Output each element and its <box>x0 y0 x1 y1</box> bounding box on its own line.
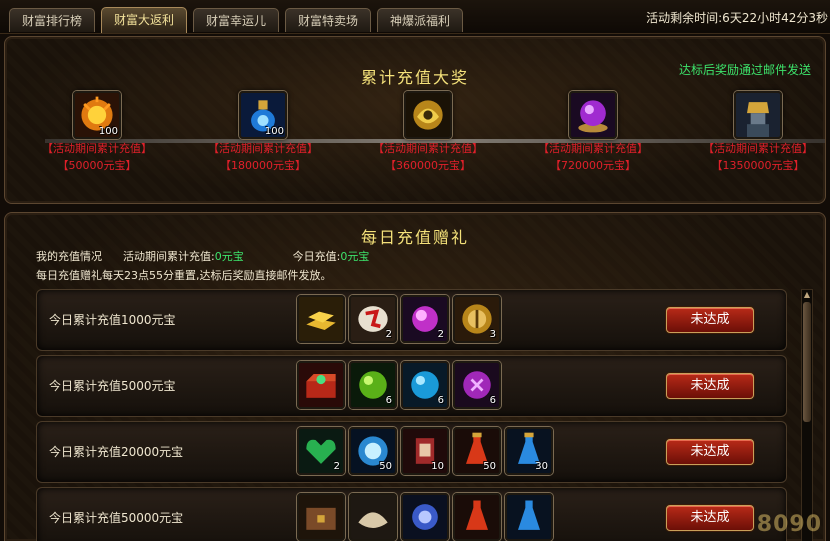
reward-row: 今日累计充值1000元宝 2 2 3 未达成 <box>36 289 787 351</box>
blue-gem-icon[interactable] <box>401 493 449 541</box>
blue-orb-icon[interactable]: 6 <box>401 361 449 409</box>
event-timer: 活动剩余时间:6天22小时42分3秒 <box>646 11 828 25</box>
milestone-amount: 【360000元宝】 <box>385 159 471 172</box>
tab-god-welfare[interactable]: 神爆派福利 <box>377 8 463 32</box>
milestone-condition: 【活动期间累计充值】 <box>373 142 483 155</box>
tab-wealth-sale[interactable]: 财富特卖场 <box>285 8 371 32</box>
item-quantity: 100 <box>98 126 118 137</box>
milestone-5: 【活动期间累计充值】 【1350000元宝】 <box>673 91 830 173</box>
today-value: 0元宝 <box>340 250 370 263</box>
milestone-condition: 【活动期间累计充值】 <box>703 142 813 155</box>
blue-energy-orb-icon[interactable]: 50 <box>349 427 397 475</box>
gold-dragon-icon[interactable] <box>404 91 452 139</box>
item-quantity: 2 <box>385 329 392 340</box>
item-quantity: 6 <box>385 395 392 406</box>
recharge-status: 我的充值情况 活动期间累计充值:0元宝 今日充值:0元宝 <box>36 248 369 264</box>
green-gift-icon[interactable]: 2 <box>297 427 345 475</box>
blue-potion-bottle-icon[interactable] <box>505 493 553 541</box>
milestone-2: 100 【活动期间累计充值】 【180000元宝】 <box>178 91 348 173</box>
reward-row: 今日累计充值5000元宝 6 6 6 未达成 <box>36 355 787 417</box>
reward-row: 今日累计充值20000元宝 2 50 10 50 30 未达成 <box>36 421 787 483</box>
milestone-condition: 【活动期间累计充值】 <box>538 142 648 155</box>
golden-compass-icon[interactable]: 3 <box>453 295 501 343</box>
red-potion-icon[interactable] <box>453 493 501 541</box>
site-watermark: 8090 <box>756 512 822 537</box>
today-label: 今日充值: <box>292 250 341 263</box>
tab-wealth-rebate[interactable]: 财富大返利 <box>101 7 187 33</box>
scroll-thumb[interactable] <box>803 302 811 422</box>
period-value: 0元宝 <box>214 250 244 263</box>
status-button[interactable]: 未达成 <box>666 373 754 399</box>
status-button[interactable]: 未达成 <box>666 439 754 465</box>
milestone-3: 【活动期间累计充值】 【360000元宝】 <box>343 91 513 173</box>
row-condition: 今日累计充值20000元宝 <box>49 445 184 459</box>
red-potion-icon[interactable]: 50 <box>453 427 501 475</box>
red-rune-stone-icon[interactable]: 2 <box>349 295 397 343</box>
item-quantity: 2 <box>333 461 340 472</box>
milestone-condition: 【活动期间累计充值】 <box>42 142 152 155</box>
tab-bar: 财富排行榜 财富大返利 财富幸运儿 财富特卖场 神爆派福利 活动剩余时间:6天2… <box>0 0 830 34</box>
reward-row: 今日累计充值50000元宝 未达成 <box>36 487 787 541</box>
item-quantity: 50 <box>379 461 392 472</box>
reward-list[interactable]: 今日累计充值1000元宝 2 2 3 未达成 今日累计充值5000元宝 6 6 … <box>36 289 787 541</box>
item-quantity: 6 <box>489 395 496 406</box>
row-condition: 今日累计充值1000元宝 <box>49 313 176 327</box>
milestone-amount: 【1350000元宝】 <box>711 159 805 172</box>
tab-wealth-ranking[interactable]: 财富排行榜 <box>9 8 95 32</box>
brown-chest-icon[interactable] <box>297 493 345 541</box>
list-scrollbar[interactable]: ▲ <box>801 289 813 541</box>
period-label: 活动期间累计充值: <box>122 250 215 263</box>
blue-potion-icon[interactable]: 100 <box>239 91 287 139</box>
gold-bars-icon[interactable] <box>297 295 345 343</box>
milestone-condition: 【活动期间累计充值】 <box>208 142 318 155</box>
milestone-4: 【活动期间累计充值】 【720000元宝】 <box>508 91 678 173</box>
treasure-chest-icon[interactable] <box>297 361 345 409</box>
purple-rune-orb-icon[interactable]: 6 <box>453 361 501 409</box>
daily-notice: 每日充值赠礼每天23点55分重置,达标后奖励直接邮件发放。 <box>36 269 332 282</box>
item-quantity: 100 <box>264 126 284 137</box>
fire-orb-icon[interactable]: 100 <box>73 91 121 139</box>
milestone-amount: 【720000元宝】 <box>550 159 636 172</box>
item-quantity: 2 <box>437 329 444 340</box>
purple-orb-icon[interactable] <box>569 91 617 139</box>
cloth-bundle-icon[interactable] <box>349 493 397 541</box>
item-quantity: 6 <box>437 395 444 406</box>
scroll-up-icon[interactable]: ▲ <box>803 291 811 299</box>
tab-wealth-lucky[interactable]: 财富幸运儿 <box>193 8 279 32</box>
item-quantity: 50 <box>483 461 496 472</box>
item-quantity: 10 <box>431 461 444 472</box>
daily-gift-panel: 每日充值赠礼 我的充值情况 活动期间累计充值:0元宝 今日充值:0元宝 每日充值… <box>4 212 826 541</box>
row-condition: 今日累计充值50000元宝 <box>49 511 184 525</box>
blue-potion-bottle-icon[interactable]: 30 <box>505 427 553 475</box>
golden-warrior-icon[interactable] <box>734 91 782 139</box>
daily-title: 每日充值赠礼 <box>360 228 469 247</box>
red-scroll-icon[interactable]: 10 <box>401 427 449 475</box>
status-button[interactable]: 未达成 <box>666 505 754 531</box>
milestone-amount: 【180000元宝】 <box>220 159 306 172</box>
cumulative-reward-panel: 累计充值大奖 达标后奖励通过邮件发送 100 【活动期间累计充值】 【50000… <box>4 36 826 204</box>
status-button[interactable]: 未达成 <box>666 307 754 333</box>
green-orb-icon[interactable]: 6 <box>349 361 397 409</box>
item-quantity: 3 <box>489 329 496 340</box>
item-quantity: 30 <box>535 461 548 472</box>
my-status-label: 我的充值情况 <box>36 250 102 263</box>
pink-crystal-icon[interactable]: 2 <box>401 295 449 343</box>
milestone-1: 100 【活动期间累计充值】 【50000元宝】 <box>12 91 182 173</box>
mail-note: 达标后奖励通过邮件发送 <box>678 63 811 77</box>
row-condition: 今日累计充值5000元宝 <box>49 379 176 393</box>
milestone-amount: 【50000元宝】 <box>57 159 137 172</box>
